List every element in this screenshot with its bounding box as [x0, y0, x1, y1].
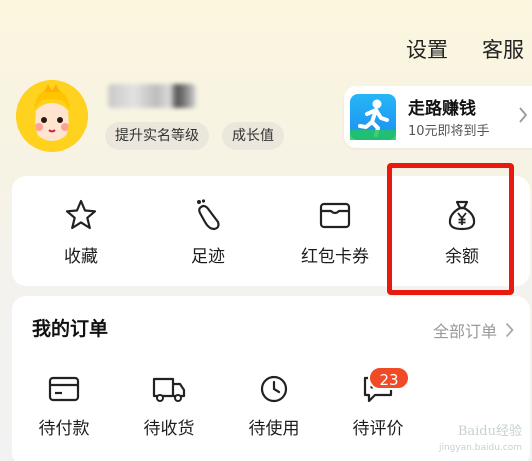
- order-pending-payment-label: 待付款: [38, 419, 90, 439]
- watermark-text: Baidu经验: [457, 424, 522, 439]
- walk-earn-card[interactable]: 走路赚钱 10元即将到手: [344, 86, 532, 148]
- avatar-icon: [16, 80, 88, 152]
- all-orders-link[interactable]: 全部订单: [433, 318, 514, 342]
- star-icon: [65, 199, 97, 230]
- truck-icon: [152, 377, 186, 402]
- coupons-label: 红包卡券: [301, 247, 369, 267]
- orders-card: 我的订单 全部订单 待付款 待收货 待使用 待评价: [12, 296, 530, 461]
- verify-level-tag[interactable]: 提升实名等级: [105, 122, 209, 150]
- favorites-label: 收藏: [64, 247, 98, 267]
- order-pending-receipt[interactable]: 待收货: [114, 374, 224, 439]
- card-icon: [48, 376, 80, 402]
- order-pending-review-label: 待评价: [352, 419, 404, 439]
- wallet-icon: [319, 202, 351, 229]
- growth-value-tag[interactable]: 成长值: [222, 122, 284, 150]
- watermark-url: jingyan.baidu.com: [438, 443, 522, 453]
- footprint-label: 足迹: [191, 247, 225, 267]
- running-person-icon: [350, 94, 396, 140]
- walk-subtitle: 10元即将到手: [408, 124, 490, 139]
- order-pending-use-label: 待使用: [248, 419, 300, 439]
- review-count-badge: 23: [368, 366, 410, 390]
- username-redacted: [108, 84, 196, 108]
- walk-title: 走路赚钱: [408, 99, 476, 119]
- favorites-item[interactable]: 收藏: [26, 198, 136, 267]
- chevron-right-icon: [519, 107, 528, 123]
- orders-title: 我的订单: [32, 318, 109, 340]
- clock-icon: [260, 375, 288, 403]
- balance-highlight-box: [387, 163, 514, 295]
- all-orders-label: 全部订单: [432, 322, 497, 341]
- header-links: 设置 客服: [406, 34, 524, 64]
- footprint-item[interactable]: 足迹: [153, 198, 263, 267]
- customer-service-link[interactable]: 客服: [482, 34, 524, 64]
- avatar[interactable]: [16, 80, 88, 152]
- order-pending-use[interactable]: 待使用: [219, 374, 329, 439]
- coupons-item[interactable]: 红包卡券: [280, 198, 390, 267]
- order-pending-receipt-label: 待收货: [143, 419, 195, 439]
- chevron-right-icon: [505, 322, 514, 338]
- settings-link[interactable]: 设置: [406, 34, 448, 64]
- footprint-icon: [197, 199, 220, 231]
- order-pending-payment[interactable]: 待付款: [9, 374, 119, 439]
